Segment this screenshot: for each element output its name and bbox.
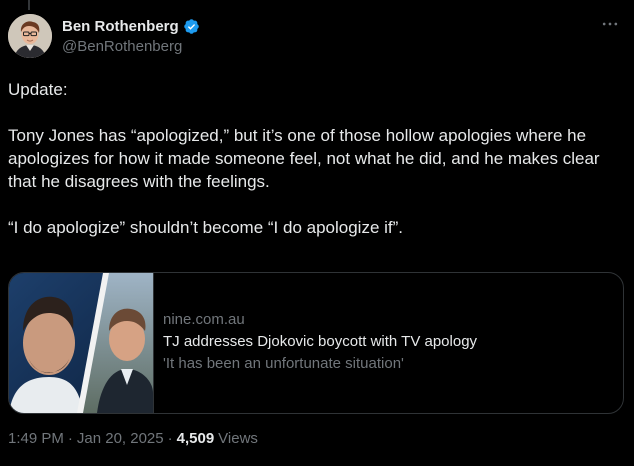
display-name[interactable]: Ben Rothenberg [62,18,179,35]
meta-separator: · [67,430,73,447]
avatar[interactable] [8,14,52,58]
tweet-paragraph: Update: [8,80,68,99]
thread-connector-line [28,0,30,10]
tweet-time[interactable]: 1:49 PM [8,430,64,447]
link-card-body[interactable]: nine.com.au TJ addresses Djokovic boycot… [163,309,613,375]
link-card-description: 'It has been an unfortunate situation' [163,355,404,372]
tweet-date[interactable]: Jan 20, 2025 [77,430,164,447]
link-card-domain: nine.com.au [163,311,245,328]
views-count: 4,509 [176,430,215,447]
more-horizontal-icon[interactable] [598,14,622,38]
tweet-paragraph: Tony Jones has “apologized,” but it’s on… [8,126,600,191]
author-handle[interactable]: @BenRothenberg [62,38,200,55]
link-card-title: TJ addresses Djokovic boycott with TV ap… [163,333,478,350]
tweet-header: Ben Rothenberg @BenRothenberg [8,14,624,62]
tweet-text: Update: Tony Jones has “apologized,” but… [8,78,626,262]
name-row: Ben Rothenberg [62,16,200,36]
tweet-meta: 1:49 PM · Jan 20, 2025 · 4,509 Views [8,430,258,447]
verified-badge-icon[interactable] [183,18,200,35]
link-card-thumbnail[interactable] [9,273,154,413]
link-preview-card[interactable]: nine.com.au TJ addresses Djokovic boycot… [8,272,624,414]
tweet-paragraph: “I do apologize” shouldn’t become “I do … [8,218,404,237]
views-label: Views [218,430,258,447]
meta-separator: · [167,430,173,447]
author-block: Ben Rothenberg @BenRothenberg [62,16,200,55]
